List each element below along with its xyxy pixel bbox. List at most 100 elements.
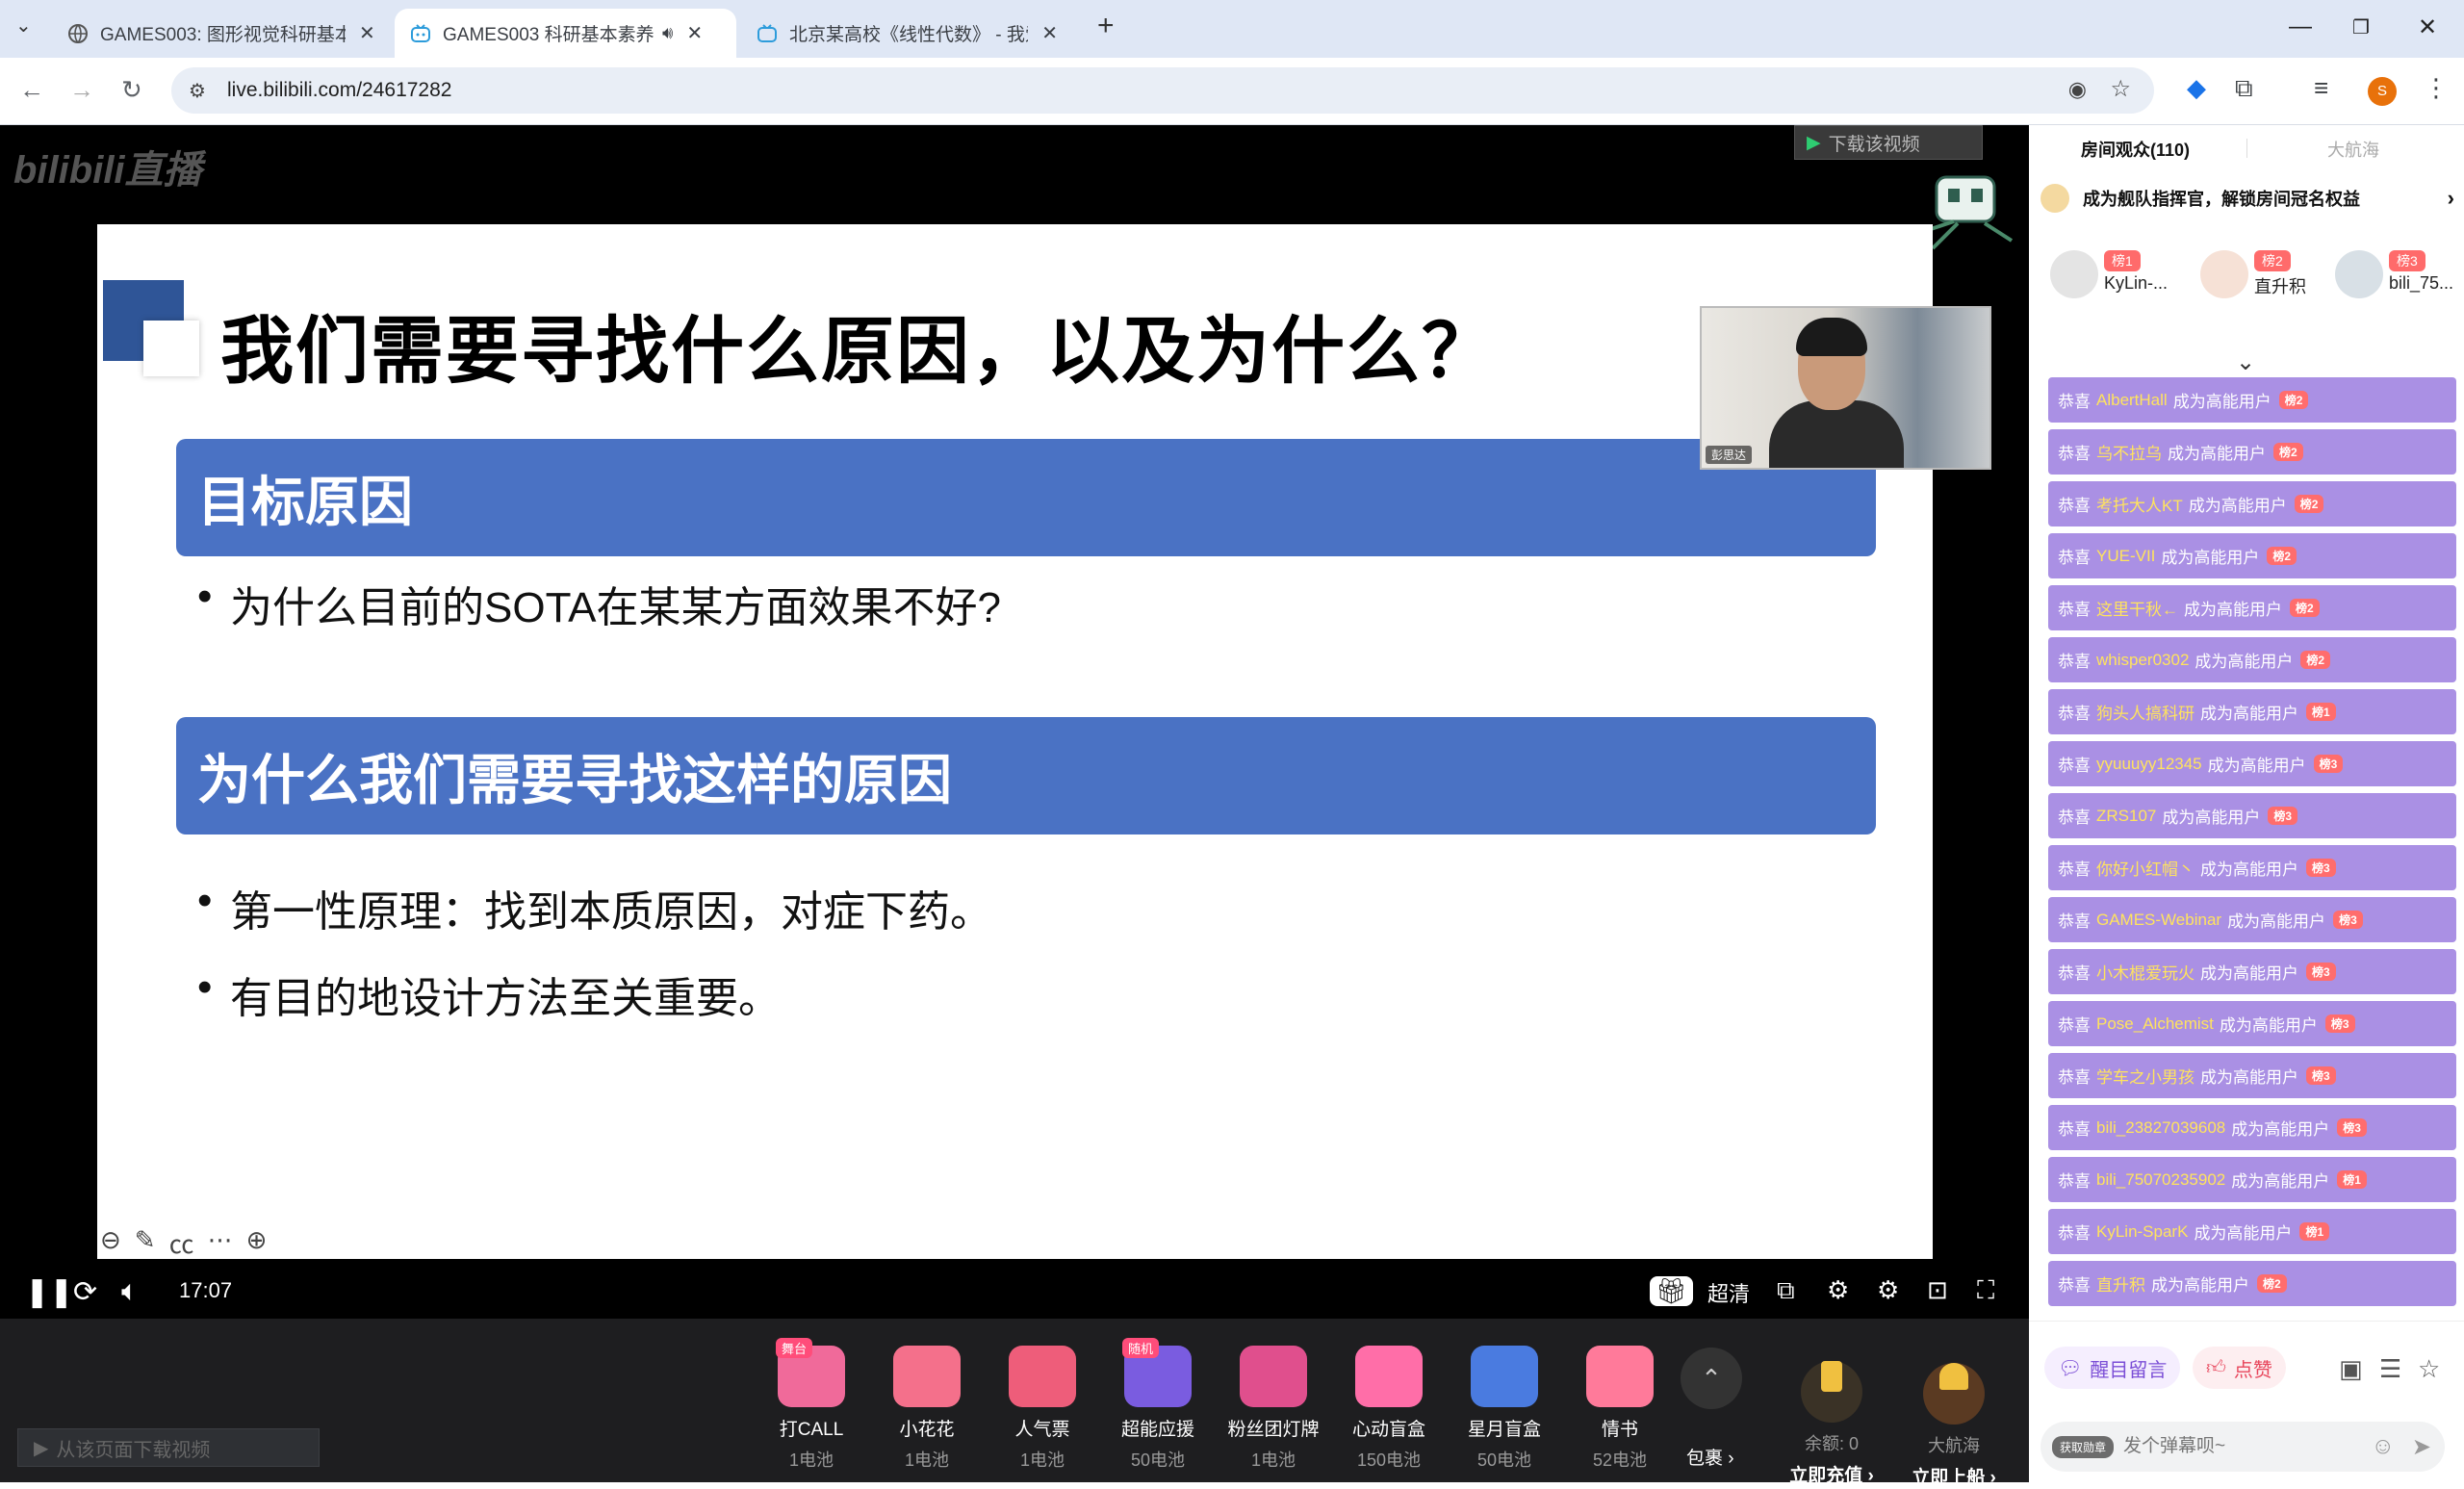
close-icon[interactable]: ✕ xyxy=(359,21,375,45)
close-icon[interactable]: ✕ xyxy=(686,21,703,45)
refresh-icon[interactable]: ⟳ xyxy=(73,1275,97,1309)
danmaku-settings-icon[interactable]: ⚙ xyxy=(1827,1275,1849,1305)
rank-user-2[interactable]: 榜2 直升积 xyxy=(2200,250,2335,308)
star-icon[interactable]: ☆ xyxy=(2418,1354,2440,1384)
more-icon[interactable]: ⋯ xyxy=(208,1225,233,1261)
msg-username[interactable]: AlbertHall xyxy=(2096,391,2168,410)
msg-username[interactable]: 学车之小男孩 xyxy=(2096,1064,2194,1088)
gift-item[interactable]: 粉丝团灯牌 1电池 xyxy=(1220,1346,1326,1472)
tab-games003-intro[interactable]: GAMES003: 图形视觉科研基本 ✕ xyxy=(52,9,391,58)
eye-off-icon[interactable]: ◉ xyxy=(2068,77,2087,102)
chat-message: 恭喜 KyLin-SparK 成为高能用户 榜1 xyxy=(2048,1209,2456,1254)
msg-username[interactable]: bili_23827039608 xyxy=(2096,1118,2225,1138)
tab-audience[interactable]: 房间观众(110) xyxy=(2081,137,2190,162)
back-icon[interactable]: ← xyxy=(19,75,44,105)
expand-up-icon[interactable]: ⌃ xyxy=(1681,1348,1742,1409)
msg-username[interactable]: whisper0302 xyxy=(2096,651,2189,670)
tab-fleet[interactable]: 大航海 xyxy=(2327,137,2379,162)
chat-message: 恭喜 YUE-VII 成为高能用户 榜2 xyxy=(2048,533,2456,578)
gift-item[interactable]: 随机 超能应援 50电池 xyxy=(1105,1338,1211,1472)
msg-username[interactable]: KyLin-SparK xyxy=(2096,1222,2188,1242)
balance-widget[interactable]: 余额: 0 立即充值 › xyxy=(1769,1346,1894,1487)
chat-message: 恭喜 你好小红帽丶 成为高能用户 榜3 xyxy=(2048,845,2456,890)
rank-badge: 榜2 xyxy=(2254,250,2291,271)
like-button[interactable]: 👍︎ 点赞 xyxy=(2193,1347,2286,1389)
danmaku-style-icon[interactable]: ▣ xyxy=(2339,1354,2363,1384)
globe-icon xyxy=(67,23,89,44)
msg-username[interactable]: 直升积 xyxy=(2096,1271,2145,1296)
fleet-widget[interactable]: 大航海 立即上船 › xyxy=(1891,1346,2016,1489)
minimize-icon[interactable]: — xyxy=(2289,13,2312,40)
presenter-camera: 彭思达 xyxy=(1700,306,1991,470)
menu-kebab-icon[interactable]: ⋮ xyxy=(2424,73,2449,103)
extensions-puzzle-icon[interactable]: ⧉ xyxy=(2235,73,2253,104)
gift-item[interactable]: 星月盲盒 50电池 xyxy=(1451,1346,1557,1472)
profile-avatar[interactable]: S xyxy=(2368,77,2397,106)
site-info-icon[interactable]: ⚙ xyxy=(189,79,206,103)
gift-item[interactable]: 情书 52电池 xyxy=(1567,1346,1673,1472)
msg-username[interactable]: 狗头人搞科研 xyxy=(2096,700,2194,724)
fullscreen-icon[interactable]: ⛶ xyxy=(1977,1275,1994,1306)
msg-username[interactable]: ZRS107 xyxy=(2096,807,2156,826)
msg-text: 成为高能用户 xyxy=(2200,860,2298,879)
live-player[interactable]: bilibili直播 ▶ 下载该视频 我们需要寻找什么原因，以及为什么？ 目标原… xyxy=(0,125,2029,1482)
reload-icon[interactable]: ↻ xyxy=(121,75,142,105)
quality-selector[interactable]: 超清 xyxy=(1707,1277,1750,1308)
captions-icon[interactable]: ㏄ xyxy=(169,1225,194,1261)
gift-item[interactable]: 人气票 1电池 xyxy=(989,1346,1095,1472)
new-tab-icon[interactable]: + xyxy=(1097,10,1115,42)
gift-item[interactable]: 小花花 1电池 xyxy=(874,1346,980,1472)
pen-icon[interactable]: ✎ xyxy=(135,1225,156,1261)
window-close-icon[interactable]: ✕ xyxy=(2418,13,2437,41)
send-icon[interactable]: ➤ xyxy=(2412,1433,2431,1461)
board-link[interactable]: 立即上船 › xyxy=(1891,1463,2016,1489)
rank-user-1[interactable]: 榜1 KyLin-... xyxy=(2050,250,2185,308)
restore-icon[interactable]: ❐ xyxy=(2352,15,2370,39)
fleet-promo-banner[interactable]: 成为舰队指挥官，解锁房间冠名权益 › xyxy=(2040,179,2454,218)
pack-button[interactable]: 包裹 › xyxy=(1686,1444,1734,1470)
extension-shield-icon[interactable]: ◆ xyxy=(2187,73,2206,103)
close-icon[interactable]: ✕ xyxy=(1041,21,1058,45)
msg-username[interactable]: 这里干秋← xyxy=(2096,596,2178,620)
msg-prefix: 恭喜 xyxy=(2058,705,2091,723)
tab-games003-live[interactable]: GAMES003 科研基本素养 🔊︎ ✕ xyxy=(395,9,736,58)
msg-username[interactable]: 考托大人KT xyxy=(2096,492,2183,516)
webfullscreen-icon[interactable]: ⊡ xyxy=(1927,1275,1948,1305)
media-control-icon[interactable]: ≡ xyxy=(2314,73,2328,103)
msg-username[interactable]: 小木棍爱玩火 xyxy=(2096,960,2194,984)
volume-mute-icon[interactable]: 🔈︎ xyxy=(121,1275,139,1308)
pause-icon[interactable]: ❚❚ xyxy=(25,1275,73,1309)
forward-icon[interactable]: → xyxy=(69,75,94,105)
emoji-panel-icon[interactable]: ☰ xyxy=(2379,1354,2401,1384)
gift-icon xyxy=(1471,1346,1538,1407)
msg-username[interactable]: 乌不拉乌 xyxy=(2096,440,2162,464)
omnibox[interactable]: ⚙ live.bilibili.com/24617282 ◉ ☆ xyxy=(171,67,2154,114)
download-watermark: ▶ 从该页面下载视频 xyxy=(17,1428,320,1467)
next-slide-icon[interactable]: ⊕ xyxy=(246,1225,268,1261)
gift-item[interactable]: 心动盲盒 150电池 xyxy=(1336,1346,1442,1472)
pip-icon[interactable]: ⧉ xyxy=(1777,1275,1795,1306)
promo-text: 成为舰队指挥官，解锁房间冠名权益 xyxy=(2083,190,2360,209)
tab-search-chevron-icon[interactable]: ⌄ xyxy=(15,13,32,38)
gift-item[interactable]: 舞台 打CALL 1电池 xyxy=(758,1338,864,1472)
recharge-link[interactable]: 立即充值 › xyxy=(1769,1461,1894,1487)
emoji-icon[interactable]: ☺ xyxy=(2371,1433,2395,1460)
msg-username[interactable]: Pose_Alchemist xyxy=(2096,1014,2214,1034)
prev-slide-icon[interactable]: ⊖ xyxy=(100,1225,121,1261)
rank-user-3[interactable]: 榜3 bili_75... xyxy=(2335,250,2464,308)
msg-username[interactable]: 你好小红帽丶 xyxy=(2096,856,2194,880)
bookmark-star-icon[interactable]: ☆ xyxy=(2110,75,2131,103)
tab-linear-algebra[interactable]: 北京某高校《线性代数》 - 我爱 ✕ xyxy=(741,9,1073,58)
danmaku-input[interactable] xyxy=(2123,1436,2346,1457)
super-chat-button[interactable]: 💬︎ 醒目留言 xyxy=(2044,1347,2181,1389)
gift-icon[interactable]: 🎁︎ xyxy=(1650,1276,1694,1306)
chevron-down-icon[interactable]: ⌄ xyxy=(2236,348,2255,376)
chat-feed[interactable]: 恭喜 AlbertHall 成为高能用户 榜2 恭喜 乌不拉乌 成为高能用户 榜2 恭喜 考托大人… xyxy=(2048,377,2456,1313)
danmaku-toggle-icon[interactable]: ⚙ xyxy=(1877,1275,1899,1305)
speaker-icon[interactable]: 🔊︎ xyxy=(662,23,673,43)
msg-username[interactable]: YUE-VII xyxy=(2096,547,2155,566)
msg-username[interactable]: GAMES-Webinar xyxy=(2096,911,2221,930)
medal-badge[interactable]: 获取勋章 xyxy=(2052,1435,2115,1458)
msg-username[interactable]: yyuuuyy12345 xyxy=(2096,755,2202,774)
msg-username[interactable]: bili_75070235902 xyxy=(2096,1170,2225,1190)
